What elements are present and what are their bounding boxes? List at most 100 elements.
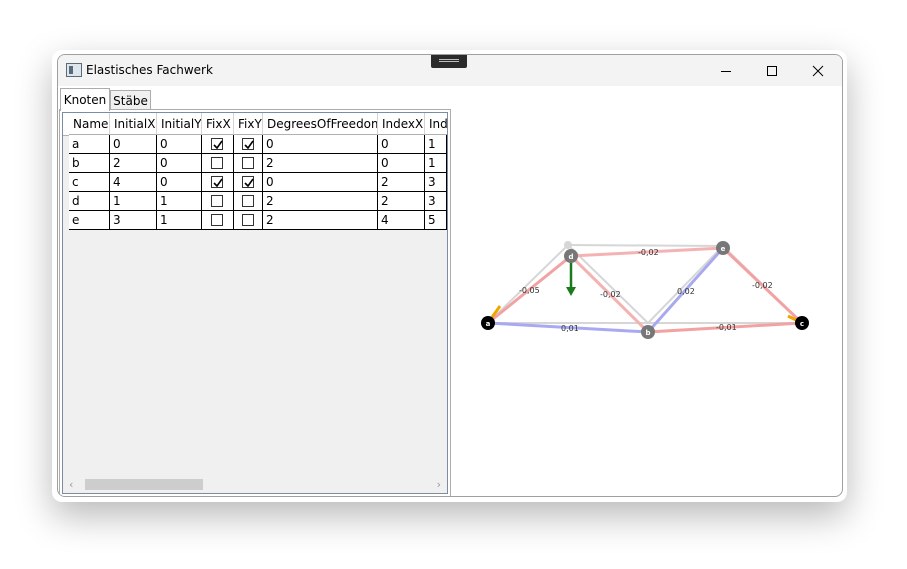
cell-dof[interactable]: 0 (263, 135, 378, 154)
column-header-indexx[interactable]: IndexX (378, 113, 425, 135)
table-row[interactable]: b20201 (69, 154, 447, 173)
cell-name[interactable]: e (69, 211, 110, 230)
maximize-icon (767, 65, 777, 76)
scroll-right-icon[interactable]: › (437, 478, 441, 491)
checkmark-icon (213, 178, 223, 188)
cell-index-x[interactable]: 4 (378, 211, 425, 230)
checkbox-fix-y[interactable] (242, 214, 254, 226)
nodes-datagrid: Name InitialX InitialY FixX FixY Degrees… (62, 112, 448, 494)
checkmark-icon (213, 140, 223, 150)
checkmark-icon (244, 140, 254, 150)
cell-index-y[interactable]: 1 (425, 135, 447, 154)
column-header-name[interactable]: Name (69, 113, 110, 135)
scrollbar-thumb[interactable] (85, 479, 203, 490)
cell-dof[interactable]: 0 (263, 173, 378, 192)
cell-name[interactable]: b (69, 154, 110, 173)
cell-initial-y[interactable]: 1 (157, 192, 202, 211)
cell-fix-x[interactable] (202, 135, 234, 154)
tab-strip: Knoten Stäbe (58, 86, 450, 111)
column-header-initialx[interactable]: InitialX (110, 113, 157, 135)
cell-initial-x[interactable]: 3 (110, 211, 157, 230)
label-member-be: 0,02 (677, 287, 695, 296)
truss-canvas[interactable]: -0,05 -0,02 -0,02 0,02 -0,02 0,01 -0,01 … (450, 86, 842, 496)
cell-initial-x[interactable]: 4 (110, 173, 157, 192)
close-button[interactable] (795, 55, 841, 86)
scroll-left-icon[interactable]: ‹ (69, 478, 73, 491)
undeformed-node-d (564, 241, 572, 249)
checkbox-fix-x[interactable] (211, 176, 223, 188)
label-member-ad: -0,05 (519, 286, 540, 295)
cell-index-y[interactable]: 5 (425, 211, 447, 230)
node-c-label: c (800, 320, 804, 328)
cell-fix-x[interactable] (202, 211, 234, 230)
cell-initial-y[interactable]: 0 (157, 154, 202, 173)
cell-index-y[interactable]: 1 (425, 154, 447, 173)
cell-fix-y[interactable] (234, 173, 263, 192)
table-row[interactable]: d11223 (69, 192, 447, 211)
cell-initial-y[interactable]: 0 (157, 173, 202, 192)
cell-fix-y[interactable] (234, 192, 263, 211)
checkbox-fix-x[interactable] (211, 157, 223, 169)
cell-index-y[interactable]: 3 (425, 173, 447, 192)
column-header-degreesoffreedom[interactable]: DegreesOfFreedom (263, 113, 378, 135)
column-header-fixx[interactable]: FixX (202, 113, 234, 135)
column-header-initialy[interactable]: InitialY (157, 113, 202, 135)
cell-dof[interactable]: 2 (263, 154, 378, 173)
cell-index-x[interactable]: 0 (378, 135, 425, 154)
cell-dof[interactable]: 2 (263, 211, 378, 230)
cell-name[interactable]: d (69, 192, 110, 211)
app-window: Elastisches Fachwerk Knoten Stäbe Name I… (57, 54, 843, 497)
cell-fix-x[interactable] (202, 173, 234, 192)
cell-index-y[interactable]: 3 (425, 192, 447, 211)
label-member-ec: -0,02 (752, 281, 773, 290)
cell-index-x[interactable]: 0 (378, 154, 425, 173)
tab-knoten[interactable]: Knoten (60, 88, 110, 111)
checkbox-fix-y[interactable] (242, 176, 254, 188)
maximize-button[interactable] (749, 55, 795, 86)
tab-staebe[interactable]: Stäbe (110, 90, 151, 111)
cell-initial-x[interactable]: 0 (110, 135, 157, 154)
minimize-icon (721, 70, 731, 72)
cell-initial-x[interactable]: 2 (110, 154, 157, 173)
cell-name[interactable]: c (69, 173, 110, 192)
undeformed-member-be (647, 245, 724, 324)
cell-initial-x[interactable]: 1 (110, 192, 157, 211)
cell-name[interactable]: a (69, 135, 110, 154)
table-row[interactable]: e31 245 (69, 211, 447, 230)
undeformed-member-ad (487, 244, 569, 324)
table-row[interactable]: a00001 (69, 135, 447, 154)
checkbox-fix-x[interactable] (211, 214, 223, 226)
node-e-label: e (721, 245, 726, 253)
horizontal-scrollbar[interactable]: ‹ › (63, 476, 447, 493)
cell-dof[interactable]: 2 (263, 192, 378, 211)
cell-initial-y[interactable]: 0 (157, 135, 202, 154)
checkbox-fix-y[interactable] (242, 157, 254, 169)
cell-fix-y[interactable] (234, 154, 263, 173)
cell-index-x[interactable]: 2 (378, 192, 425, 211)
label-member-db: -0,02 (600, 290, 621, 299)
undeformed-member-de (567, 244, 724, 247)
checkmark-icon (244, 178, 254, 188)
cell-index-x[interactable]: 2 (378, 173, 425, 192)
truss-drawing: -0,05 -0,02 -0,02 0,02 -0,02 0,01 -0,01 … (481, 241, 809, 339)
load-arrow-head (566, 287, 576, 296)
label-member-ab: 0,01 (561, 324, 579, 333)
node-d-label: d (568, 253, 573, 261)
table-row[interactable]: c40023 (69, 173, 447, 192)
checkbox-fix-y[interactable] (242, 138, 254, 150)
cell-fix-x[interactable] (202, 154, 234, 173)
cell-fix-y[interactable] (234, 211, 263, 230)
checkbox-fix-x[interactable] (211, 195, 223, 207)
tab-panel-knoten: Name InitialX InitialY FixX FixY Degrees… (59, 109, 451, 496)
close-icon (812, 65, 824, 76)
column-header-indexy[interactable]: Ind (425, 113, 447, 135)
column-header-fixy[interactable]: FixY (234, 113, 263, 135)
drag-handle[interactable] (431, 55, 467, 68)
checkbox-fix-y[interactable] (242, 195, 254, 207)
cell-initial-y[interactable]: 1 (157, 211, 202, 230)
cell-fix-x[interactable] (202, 192, 234, 211)
title-bar[interactable]: Elastisches Fachwerk (58, 55, 842, 86)
cell-fix-y[interactable] (234, 135, 263, 154)
checkbox-fix-x[interactable] (211, 138, 223, 150)
minimize-button[interactable] (703, 55, 749, 86)
